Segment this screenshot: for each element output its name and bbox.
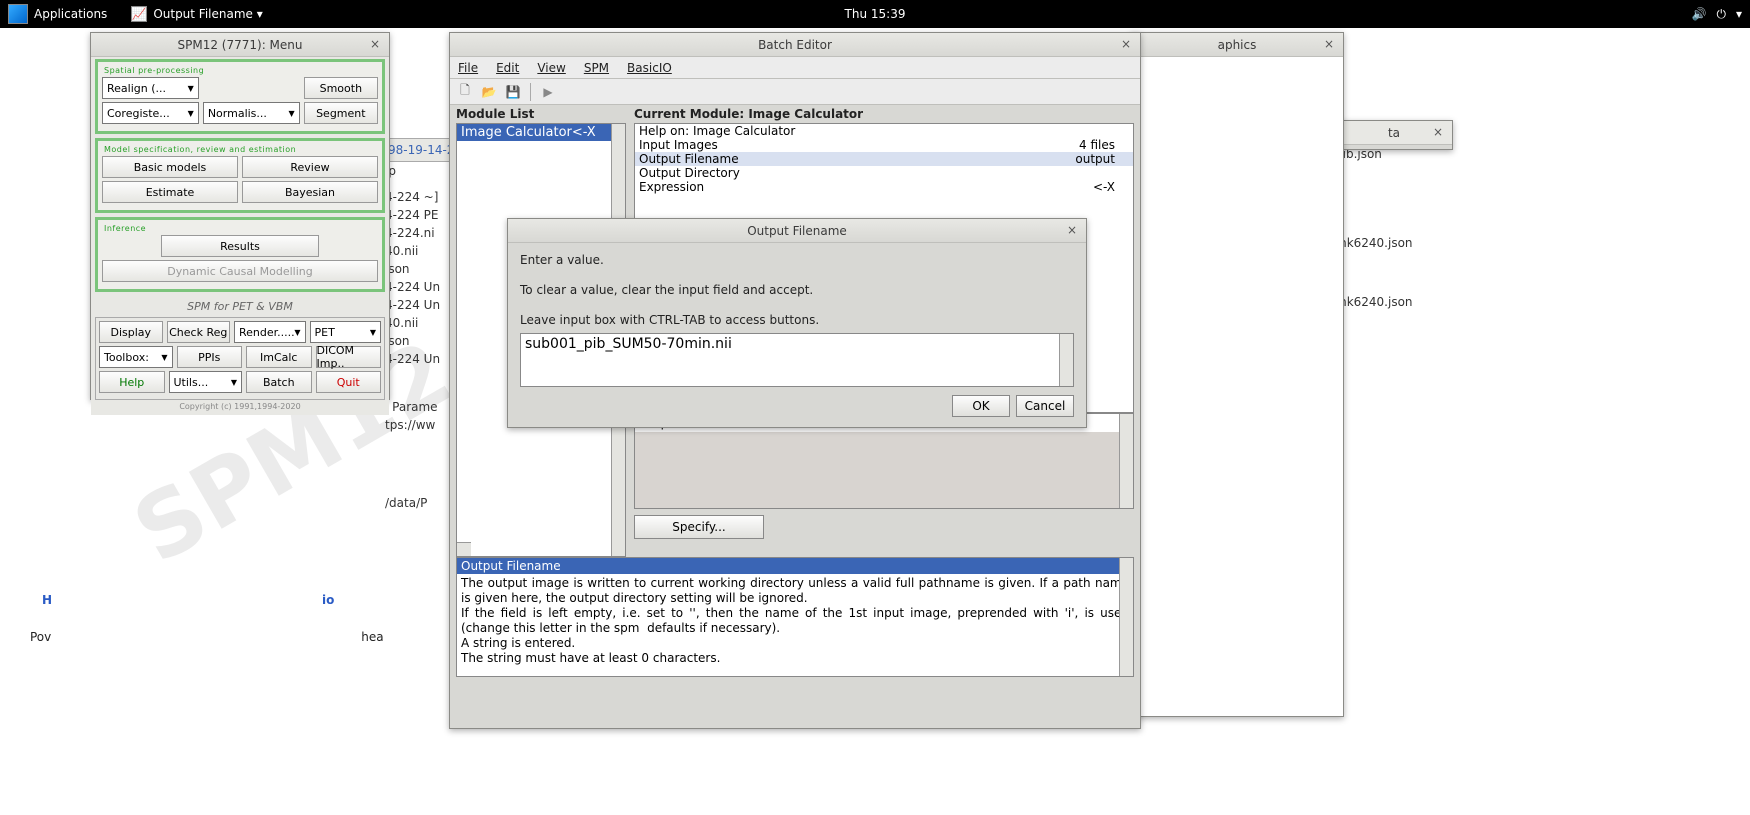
help-box: Output Filename The output image is writ… <box>456 557 1134 677</box>
param-output-filename[interactable]: Output Filename <box>639 152 739 166</box>
bayesian-button[interactable]: Bayesian <box>242 181 378 203</box>
panel3-label: Inference <box>102 224 378 233</box>
param-help[interactable]: Help on: Image Calculator <box>639 124 795 138</box>
quit-button[interactable]: Quit <box>316 371 382 393</box>
applications-menu[interactable]: Applications <box>34 7 107 21</box>
open-icon[interactable]: 📂 <box>480 83 498 101</box>
model-panel: Model specification, review and estimati… <box>95 138 385 213</box>
dicom-button[interactable]: DICOM Imp.. <box>316 346 382 368</box>
module-list-label: Module List <box>456 105 626 123</box>
batch-title: Batch Editor <box>758 38 832 52</box>
scrollbar-v[interactable] <box>1119 558 1133 676</box>
close-icon[interactable]: × <box>367 36 383 52</box>
gnome-topbar: Applications 📈 Output Filename ▾ Thu 15:… <box>0 0 1750 28</box>
inference-panel: Inference Results Dynamic Causal Modelli… <box>95 217 385 292</box>
toolbox-dropdown[interactable]: Toolbox: <box>99 346 173 368</box>
imcalc-button[interactable]: ImCalc <box>246 346 312 368</box>
output-filename-input[interactable] <box>525 336 1055 352</box>
graphics-title: aphics <box>1218 38 1257 52</box>
window-task[interactable]: Output Filename ▾ <box>153 7 262 21</box>
close-icon[interactable]: × <box>1064 222 1080 238</box>
brand-sub1: Pov <box>30 630 51 644</box>
graphics-window: aphics × <box>1130 32 1344 717</box>
copyright: Copyright (c) 1991,1994-2020 <box>95 400 385 413</box>
matlab-icon[interactable]: 📈 <box>131 6 147 22</box>
specify-button[interactable]: Specify... <box>634 515 764 539</box>
panel1-label: Spatial pre-processing <box>102 66 378 75</box>
brand-io: io <box>322 593 334 607</box>
segment-button[interactable]: Segment <box>304 102 378 124</box>
spatial-preproc-panel: Spatial pre-processing Realign (... Smoo… <box>95 59 385 134</box>
dialog-input-wrap[interactable] <box>520 333 1074 387</box>
panel2-label: Model specification, review and estimati… <box>102 145 378 154</box>
help-text: The output image is written to current w… <box>457 574 1133 668</box>
close-icon[interactable]: × <box>1118 36 1134 52</box>
menu-edit[interactable]: Edit <box>496 61 519 75</box>
cancel-button[interactable]: Cancel <box>1016 395 1074 417</box>
menu-basicio[interactable]: BasicIO <box>627 61 672 75</box>
dcm-button[interactable]: Dynamic Causal Modelling <box>102 260 378 282</box>
dialog-line1: Enter a value. <box>520 253 1074 267</box>
param-output-dir[interactable]: Output Directory <box>639 166 740 180</box>
scrollbar-h[interactable] <box>457 542 471 556</box>
scrollbar-v[interactable] <box>1059 334 1073 386</box>
menu-spm[interactable]: SPM <box>584 61 609 75</box>
batch-menubar: File Edit View SPM BasicIO <box>450 57 1140 79</box>
pet-dropdown[interactable]: PET <box>310 321 382 343</box>
brand-sub2: hea <box>361 630 383 644</box>
menu-file[interactable]: File <box>458 61 478 75</box>
activities-icon[interactable] <box>8 4 28 24</box>
module-item-imcalc[interactable]: Image Calculator<-X <box>457 124 625 141</box>
ok-button[interactable]: OK <box>952 395 1010 417</box>
normalise-dropdown[interactable]: Normalis... <box>203 102 300 124</box>
current-module-label: Current Module: Image Calculator <box>634 105 1134 123</box>
clock[interactable]: Thu 15:39 <box>845 7 906 21</box>
realign-dropdown[interactable]: Realign (... <box>102 77 199 99</box>
batch-toolbar: 🗋 📂 💾 ▶ <box>450 79 1140 105</box>
close-icon[interactable]: × <box>1430 124 1446 140</box>
param-input-images[interactable]: Input Images <box>639 138 718 152</box>
coregister-dropdown[interactable]: Coregiste... <box>102 102 199 124</box>
basic-models-button[interactable]: Basic models <box>102 156 238 178</box>
render-dropdown[interactable]: Render..... <box>234 321 306 343</box>
display-button[interactable]: Display <box>99 321 163 343</box>
brand-h: H <box>42 593 52 607</box>
volume-icon[interactable]: 🔊 <box>1692 7 1707 21</box>
help-button[interactable]: Help <box>99 371 165 393</box>
dialog-line3: Leave input box with CTRL-TAB to access … <box>520 313 1074 327</box>
dialog-title: Output Filename <box>747 224 847 238</box>
estimate-button[interactable]: Estimate <box>102 181 238 203</box>
output-filename-dialog: Output Filename × Enter a value. To clear… <box>507 218 1087 428</box>
menu-view[interactable]: View <box>537 61 565 75</box>
right-win-title: ta <box>1388 126 1400 140</box>
power-icon[interactable]: ⏻ <box>1716 7 1726 22</box>
param-expression[interactable]: Expression <box>639 180 704 194</box>
spm12-menu-window: SPM12 (7771): Menu × Spatial pre-processi… <box>90 32 390 400</box>
smooth-button[interactable]: Smooth <box>304 77 378 99</box>
review-button[interactable]: Review <box>242 156 378 178</box>
results-button[interactable]: Results <box>161 235 318 257</box>
help-title: Output Filename <box>457 558 1133 574</box>
scrollbar-v[interactable] <box>1119 414 1133 508</box>
close-icon[interactable]: × <box>1321 36 1337 52</box>
spm-subtitle: SPM for PET & VBM <box>95 296 385 317</box>
right-file-fragment: pib.json mk6240.json mk6240.json <box>1335 140 1455 316</box>
system-menu-icon[interactable]: ▾ <box>1736 7 1742 21</box>
spm12-title: SPM12 (7771): Menu <box>178 38 303 52</box>
right-window-fragment: ta × <box>1335 120 1453 150</box>
ppis-button[interactable]: PPIs <box>177 346 243 368</box>
utils-dropdown[interactable]: Utils... <box>169 371 243 393</box>
checkreg-button[interactable]: Check Reg <box>167 321 231 343</box>
batch-button[interactable]: Batch <box>246 371 312 393</box>
dialog-line2: To clear a value, clear the input field … <box>520 283 1074 297</box>
new-icon[interactable]: 🗋 <box>456 83 474 101</box>
save-icon[interactable]: 💾 <box>504 83 522 101</box>
run-icon[interactable]: ▶ <box>539 83 557 101</box>
